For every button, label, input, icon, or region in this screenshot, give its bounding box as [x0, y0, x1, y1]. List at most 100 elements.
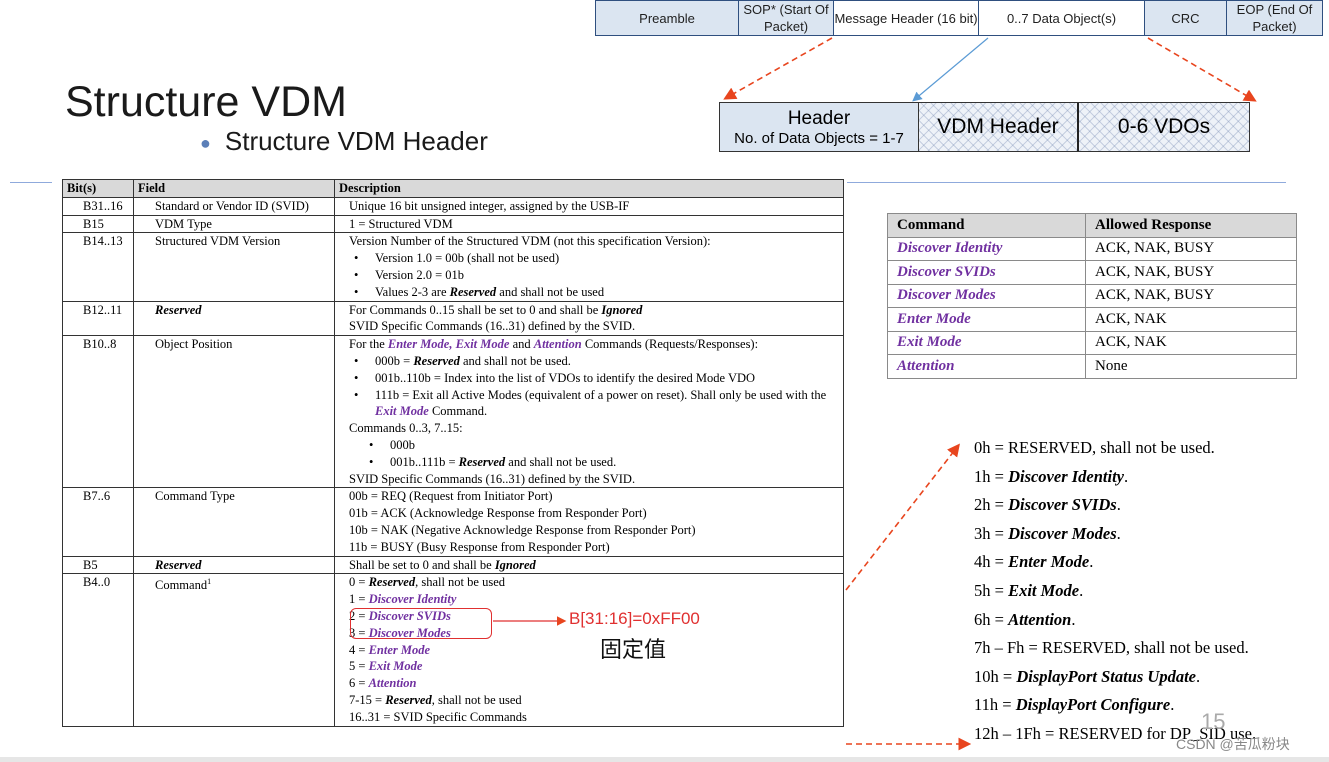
- table-row: Discover SVIDs ACK, NAK, BUSY: [887, 260, 1297, 285]
- text-span: 2h =: [974, 495, 1009, 515]
- description-cell: Version Number of the Structured VDM (no…: [334, 232, 844, 302]
- list-item: 000b = Reserved and shall not be used.: [354, 353, 843, 370]
- text-span: 111b = Exit all Active Modes (equivalent…: [375, 387, 827, 402]
- vdm-header-table: Bit(s) Field Description B31..16 Standar…: [62, 179, 844, 727]
- col-description: Description: [334, 179, 844, 198]
- table-header-row: Command Allowed Response: [887, 213, 1297, 238]
- command-code-list: 0h = RESERVED, shall not be used. 1h = D…: [974, 434, 1256, 749]
- command-term: Exit Mode: [1008, 580, 1080, 600]
- table-row: B31..16 Standard or Vendor ID (SVID) Uni…: [62, 196, 844, 216]
- col-bits: Bit(s): [62, 179, 134, 198]
- description-cell: For the Enter Mode, Exit Mode and Attent…: [334, 335, 844, 489]
- vdm-packet-breakdown: Header No. of Data Objects = 1-7 VDM Hea…: [719, 102, 1250, 152]
- text-span: Commands (Requests/Responses):: [581, 337, 759, 352]
- table-row: B15 VDM Type 1 = Structured VDM: [62, 214, 844, 234]
- text-span: 001b..111b =: [390, 454, 459, 469]
- bit-cell: B5: [62, 555, 134, 575]
- list-item: 001b..111b = Reserved and shall not be u…: [369, 454, 843, 471]
- arrow-command-to-codes: [845, 443, 960, 591]
- bit-cell: B15: [62, 214, 134, 234]
- ignored-term: Ignored: [601, 302, 643, 317]
- text-span: Command.: [428, 404, 488, 419]
- table-row: B10..8 Object Position For the Enter Mod…: [62, 335, 844, 489]
- watermark: CSDN @苦瓜粉块: [1176, 736, 1290, 752]
- text-span: .: [1124, 466, 1129, 486]
- description-cell: 00b = REQ (Request from Initiator Port) …: [334, 487, 844, 557]
- list-item: Values 2-3 are Reserved and shall not be…: [354, 284, 843, 301]
- arrow-to-header: [723, 37, 833, 100]
- text-span: For Commands 0..15 shall be set to 0 and…: [349, 302, 602, 317]
- list-item: 7h – Fh = RESERVED, shall not be used.: [974, 634, 1256, 663]
- text-span: and shall not be used.: [459, 353, 571, 368]
- list-item: 1h = Discover Identity.: [974, 463, 1256, 492]
- col-allowed-response: Allowed Response: [1085, 213, 1297, 238]
- description-cell: For Commands 0..15 shall be set to 0 and…: [334, 300, 844, 337]
- command-term: Discover Identity: [368, 592, 457, 607]
- arrow-to-vdm-header: [912, 37, 989, 102]
- col-command: Command: [887, 213, 1086, 238]
- list-item: 000b: [369, 437, 843, 454]
- text-span: 0h = RESERVED, shall not be used.: [974, 438, 1215, 457]
- text-span: and: [509, 337, 534, 352]
- command-term: Attention: [368, 676, 417, 691]
- field-cell: Command1: [133, 573, 335, 727]
- text-span: .: [1116, 495, 1121, 515]
- page-number: 15: [1201, 709, 1226, 734]
- divider-left: [10, 182, 52, 183]
- bit-cell: B14..13: [62, 232, 134, 302]
- text-span: Command: [155, 578, 208, 593]
- bullet-list: Version 1.0 = 00b (shall not be used) Ve…: [349, 250, 843, 300]
- table-row: B12..11 Reserved For Commands 0..15 shal…: [62, 300, 844, 337]
- bottom-bar: [0, 757, 1329, 762]
- bit-cell: B10..8: [62, 335, 134, 489]
- list-item: 001b..110b = Index into the list of VDOs…: [354, 370, 843, 387]
- text-span: 1 =: [349, 592, 369, 607]
- list-item: 0h = RESERVED, shall not be used.: [974, 434, 1256, 463]
- reserved-term: Reserved: [458, 454, 506, 469]
- text-span: For the: [349, 337, 388, 352]
- field-cell: Command Type: [133, 487, 335, 557]
- description-line: Version Number of the Structured VDM (no…: [349, 234, 711, 249]
- text-span: 7-15 =: [349, 692, 386, 707]
- text-span: 7h – Fh = RESERVED, shall not be used.: [974, 638, 1249, 658]
- command-cell: Exit Mode: [887, 330, 1086, 355]
- command-term: Enter Mode, Exit Mode: [387, 337, 510, 352]
- col-field: Field: [133, 179, 335, 198]
- header-cell-subtitle: No. of Data Objects = 1-7: [734, 129, 904, 147]
- table-row: B7..6 Command Type 00b = REQ (Request fr…: [62, 487, 844, 557]
- header-cell: Header No. of Data Objects = 1-7: [720, 103, 919, 151]
- bit-cell: B4..0: [62, 573, 134, 727]
- description-line: 5 = Exit Mode: [349, 658, 843, 675]
- command-term: Attention: [1008, 609, 1072, 629]
- description-line: 0 = Reserved, shall not be used: [349, 574, 843, 591]
- bullet-list: 000b 001b..111b = Reserved and shall not…: [349, 437, 843, 471]
- text-span: 10h =: [974, 666, 1017, 686]
- field-cell: VDM Type: [133, 214, 335, 234]
- bit-cell: B31..16: [62, 196, 134, 216]
- table-row: Discover Modes ACK, NAK, BUSY: [887, 283, 1297, 308]
- command-cell: Discover Identity: [887, 236, 1086, 261]
- arrow-to-vdos: [1147, 37, 1257, 102]
- response-cell: ACK, NAK: [1085, 307, 1297, 332]
- list-item: 4h = Enter Mode.: [974, 548, 1256, 577]
- annotation-value: B[31:16]=0xFF00: [569, 609, 700, 628]
- reserved-term: Reserved: [449, 284, 497, 299]
- bit-cell: B12..11: [62, 300, 134, 337]
- text-span: and shall not be used.: [505, 454, 617, 469]
- description-cell: 1 = Structured VDM: [334, 214, 844, 234]
- command-response-table: Command Allowed Response Discover Identi…: [887, 213, 1297, 379]
- field-cell: Object Position: [133, 335, 335, 489]
- description-line: 01b = ACK (Acknowledge Response from Res…: [349, 506, 647, 521]
- field-cell: Structured VDM Version: [133, 232, 335, 302]
- vdos-cell: 0-6 VDOs: [1079, 103, 1249, 151]
- list-item: 3h = Discover Modes.: [974, 520, 1256, 549]
- text-span: 0 =: [349, 575, 369, 590]
- reserved-term: Reserved: [413, 353, 460, 368]
- vdm-header-cell: VDM Header: [919, 103, 1079, 151]
- command-term: Discover Modes: [1008, 523, 1117, 543]
- command-term: Exit Mode: [375, 404, 429, 419]
- command-term: Exit Mode: [368, 659, 423, 674]
- table-row: B5 Reserved Shall be set to 0 and shall …: [62, 555, 844, 575]
- response-cell: ACK, NAK: [1085, 330, 1297, 355]
- command-term: Enter Mode: [368, 642, 431, 657]
